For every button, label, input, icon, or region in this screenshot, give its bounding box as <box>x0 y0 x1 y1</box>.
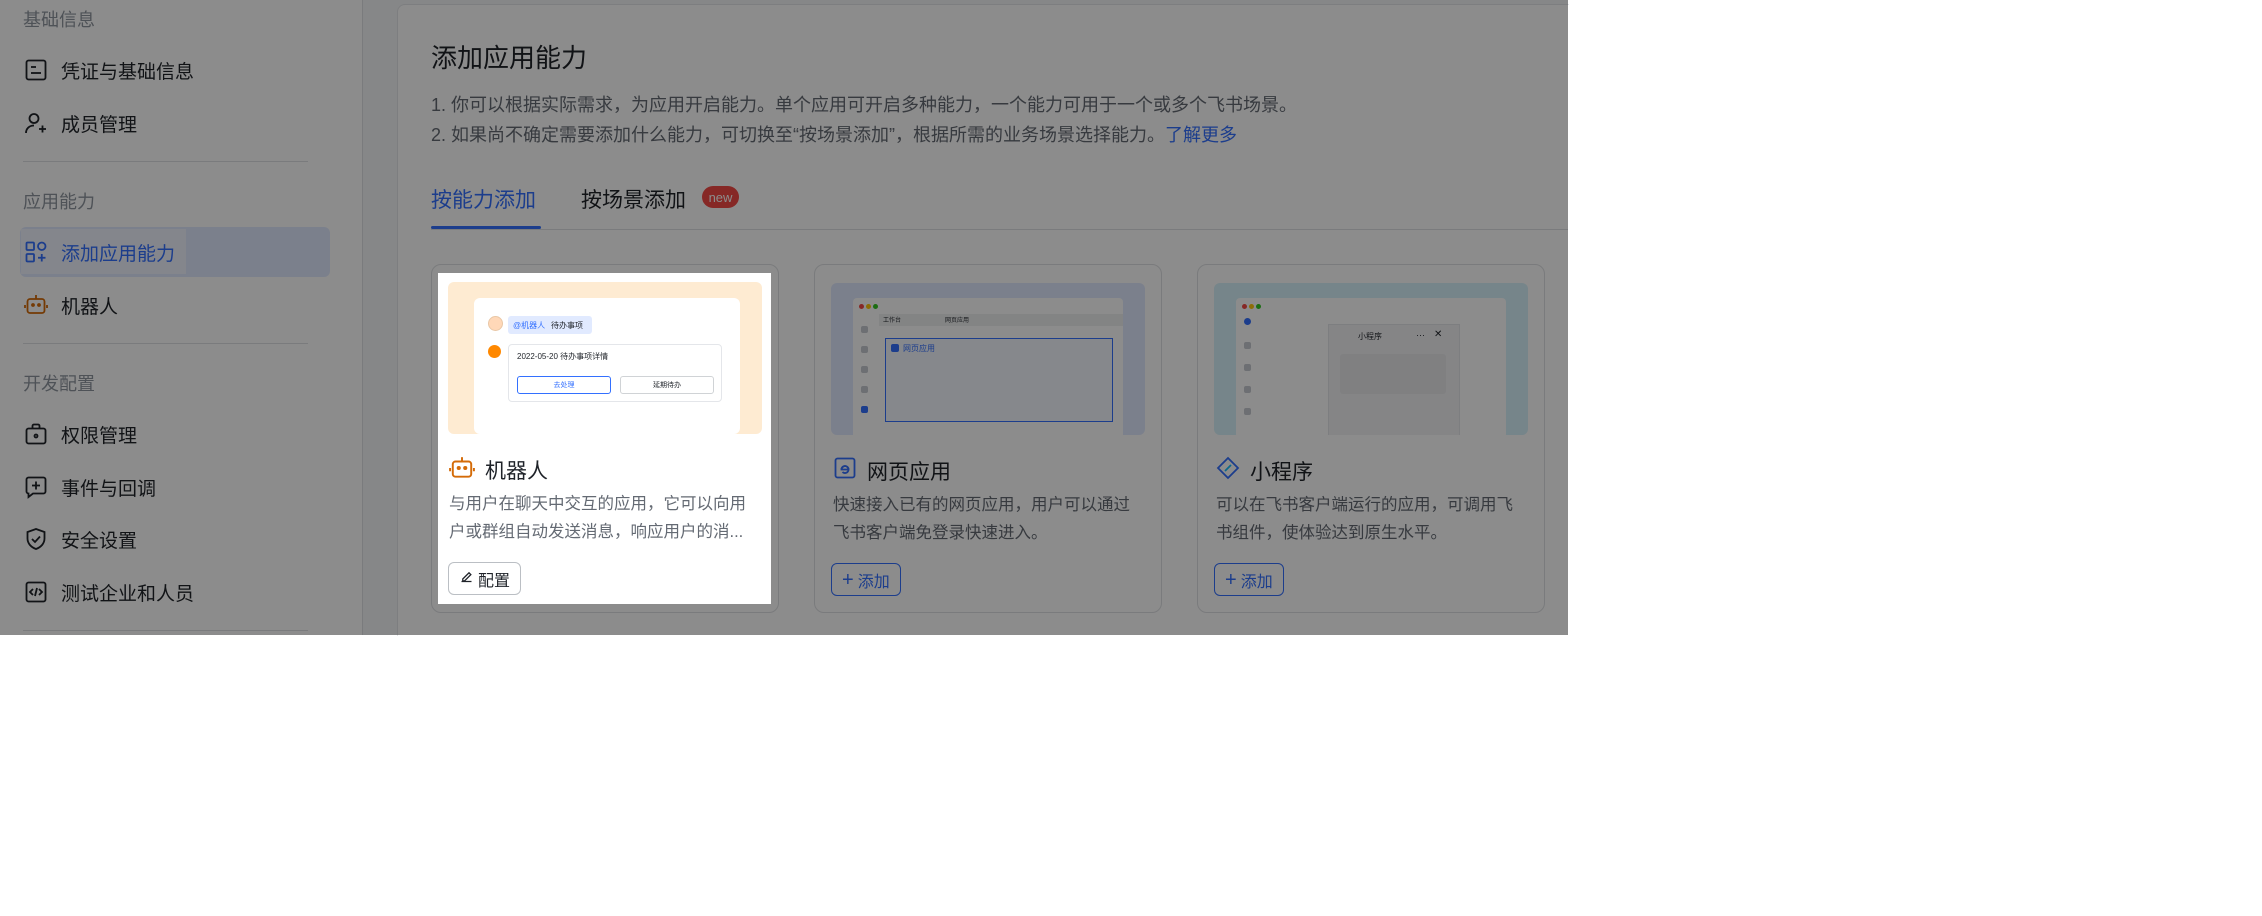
preview-window: 小程序 ··· ✕ <box>1236 298 1506 435</box>
sidebar-item-events[interactable]: 事件与回调 <box>0 465 362 509</box>
description-line-2: 2. 如果尚不确定需要添加什么能力，可切换至“按场景添加”，根据所需的业务场景选… <box>431 121 1237 147</box>
robot-icon <box>23 292 49 318</box>
avatar <box>488 316 503 331</box>
sidebar-item-credentials[interactable]: 凭证与基础信息 <box>0 48 362 92</box>
preview-tab-2: 网页应用 <box>945 318 970 324</box>
mini-program-preview: 小程序 ··· ✕ <box>1214 283 1528 435</box>
add-button[interactable]: + 添加 <box>831 563 901 596</box>
divider <box>23 630 308 631</box>
shield-icon <box>23 526 49 552</box>
card-description: 与用户在聊天中交互的应用，它可以向用户或群组自动发送消息，响应用户的消... <box>449 495 746 541</box>
button-label: 添加 <box>857 573 890 591</box>
preview-mention: @机器人 <box>513 321 546 330</box>
robot-icon <box>449 455 475 481</box>
preview-panel-label: 网页应用 <box>903 344 935 353</box>
preview-button-primary: 去处理 <box>553 382 575 389</box>
robot-preview: @机器人 待办事项 2022-05-20 待办事项详情 去处理 延期待办 <box>448 282 762 434</box>
sidebar-item-label: 机器人 <box>61 296 119 318</box>
sidebar-item-label: 成员管理 <box>61 114 138 136</box>
edit-icon <box>459 569 474 589</box>
tab-by-capability[interactable]: 按能力添加 <box>431 184 536 214</box>
card-title: 小程序 <box>1250 461 1313 484</box>
preview-chat: @机器人 待办事项 2022-05-20 待办事项详情 去处理 延期待办 <box>474 298 740 434</box>
robot-avatar <box>488 345 501 358</box>
button-label: 配置 <box>478 572 511 590</box>
mini-program-icon <box>1216 456 1242 482</box>
card-robot[interactable]: @机器人 待办事项 2022-05-20 待办事项详情 去处理 延期待办 机器人… <box>438 273 771 604</box>
configure-button[interactable]: 配置 <box>448 562 522 595</box>
tab-bar-divider <box>431 229 1568 230</box>
card-mini-program[interactable]: 小程序 ··· ✕ 小程序 可以在飞书客户端运行的应用，可调用飞书组件，使体验达… <box>1197 264 1545 613</box>
preview-mention-text: 待办事项 <box>551 321 583 330</box>
preview-window: 工作台 网页应用 网页应用 <box>853 298 1123 435</box>
card-description: 快速接入已有的网页应用，用户可以通过飞书客户端免登录快速进入。 <box>833 496 1130 542</box>
preview-item: 2022-05-20 待办事项详情 <box>517 352 609 361</box>
plus-icon: + <box>842 568 854 591</box>
sidebar-item-label: 测试企业和人员 <box>61 583 195 605</box>
page-title: 添加应用能力 <box>431 43 588 73</box>
sidebar-item-label: 事件与回调 <box>61 478 157 500</box>
description-line-1: 1. 你可以根据实际需求，为应用开启能力。单个应用可开启多种能力，一个能力可用于… <box>431 95 1298 115</box>
sidebar-item-members[interactable]: 成员管理 <box>0 101 362 145</box>
section-title-dev: 开发配置 <box>23 374 95 394</box>
card-description: 可以在飞书客户端运行的应用，可调用飞书组件，使体验达到原生水平。 <box>1216 496 1513 542</box>
permission-icon <box>23 421 49 447</box>
sidebar-item-test-users[interactable]: 测试企业和人员 <box>0 570 362 614</box>
active-tab-indicator <box>431 226 541 229</box>
more-icon: ··· <box>1416 330 1425 340</box>
preview-tab-1: 工作台 <box>883 318 902 324</box>
card-title: 网页应用 <box>867 461 951 484</box>
section-title-basic: 基础信息 <box>23 10 95 30</box>
close-icon: ✕ <box>1434 329 1443 340</box>
section-title-capability: 应用能力 <box>23 192 95 212</box>
divider <box>23 161 308 162</box>
card-web-app[interactable]: 工作台 网页应用 网页应用 网页应用 快速接入已有的网页应用，用户可以通过飞书客… <box>814 264 1162 613</box>
sidebar-item-permissions[interactable]: 权限管理 <box>0 412 362 456</box>
add-capability-icon <box>23 239 49 265</box>
divider <box>23 343 308 344</box>
sidebar-item-label: 安全设置 <box>61 530 138 552</box>
preview-window-title: 小程序 <box>1358 332 1382 341</box>
button-label: 添加 <box>1240 573 1273 591</box>
event-icon <box>23 474 49 500</box>
plus-icon: + <box>1225 568 1237 591</box>
add-button[interactable]: + 添加 <box>1214 563 1284 596</box>
new-badge: new <box>702 186 739 208</box>
test-icon <box>23 579 49 605</box>
web-app-preview: 工作台 网页应用 网页应用 <box>831 283 1145 435</box>
sidebar-item-label: 添加应用能力 <box>61 243 176 265</box>
learn-more-link[interactable]: 了解更多 <box>1165 125 1237 145</box>
sidebar-item-security[interactable]: 安全设置 <box>0 517 362 561</box>
description-text: 2. 如果尚不确定需要添加什么能力，可切换至“按场景添加”，根据所需的业务场景选… <box>431 125 1165 145</box>
sidebar-item-label: 凭证与基础信息 <box>61 61 195 83</box>
sidebar-item-add-capability[interactable]: 添加应用能力 <box>0 230 362 274</box>
sidebar: 基础信息 凭证与基础信息 成员管理 应用能力 添加应用能力 机器人 开发配置 权… <box>0 0 363 635</box>
tab-by-scenario[interactable]: 按场景添加 <box>581 184 686 214</box>
preview-button-secondary: 延期待办 <box>653 382 681 389</box>
card-title: 机器人 <box>485 460 548 483</box>
member-icon <box>23 110 49 136</box>
credential-icon <box>23 57 49 83</box>
sidebar-item-robot[interactable]: 机器人 <box>0 283 362 327</box>
sidebar-item-label: 权限管理 <box>61 425 138 447</box>
web-app-icon <box>833 456 859 482</box>
